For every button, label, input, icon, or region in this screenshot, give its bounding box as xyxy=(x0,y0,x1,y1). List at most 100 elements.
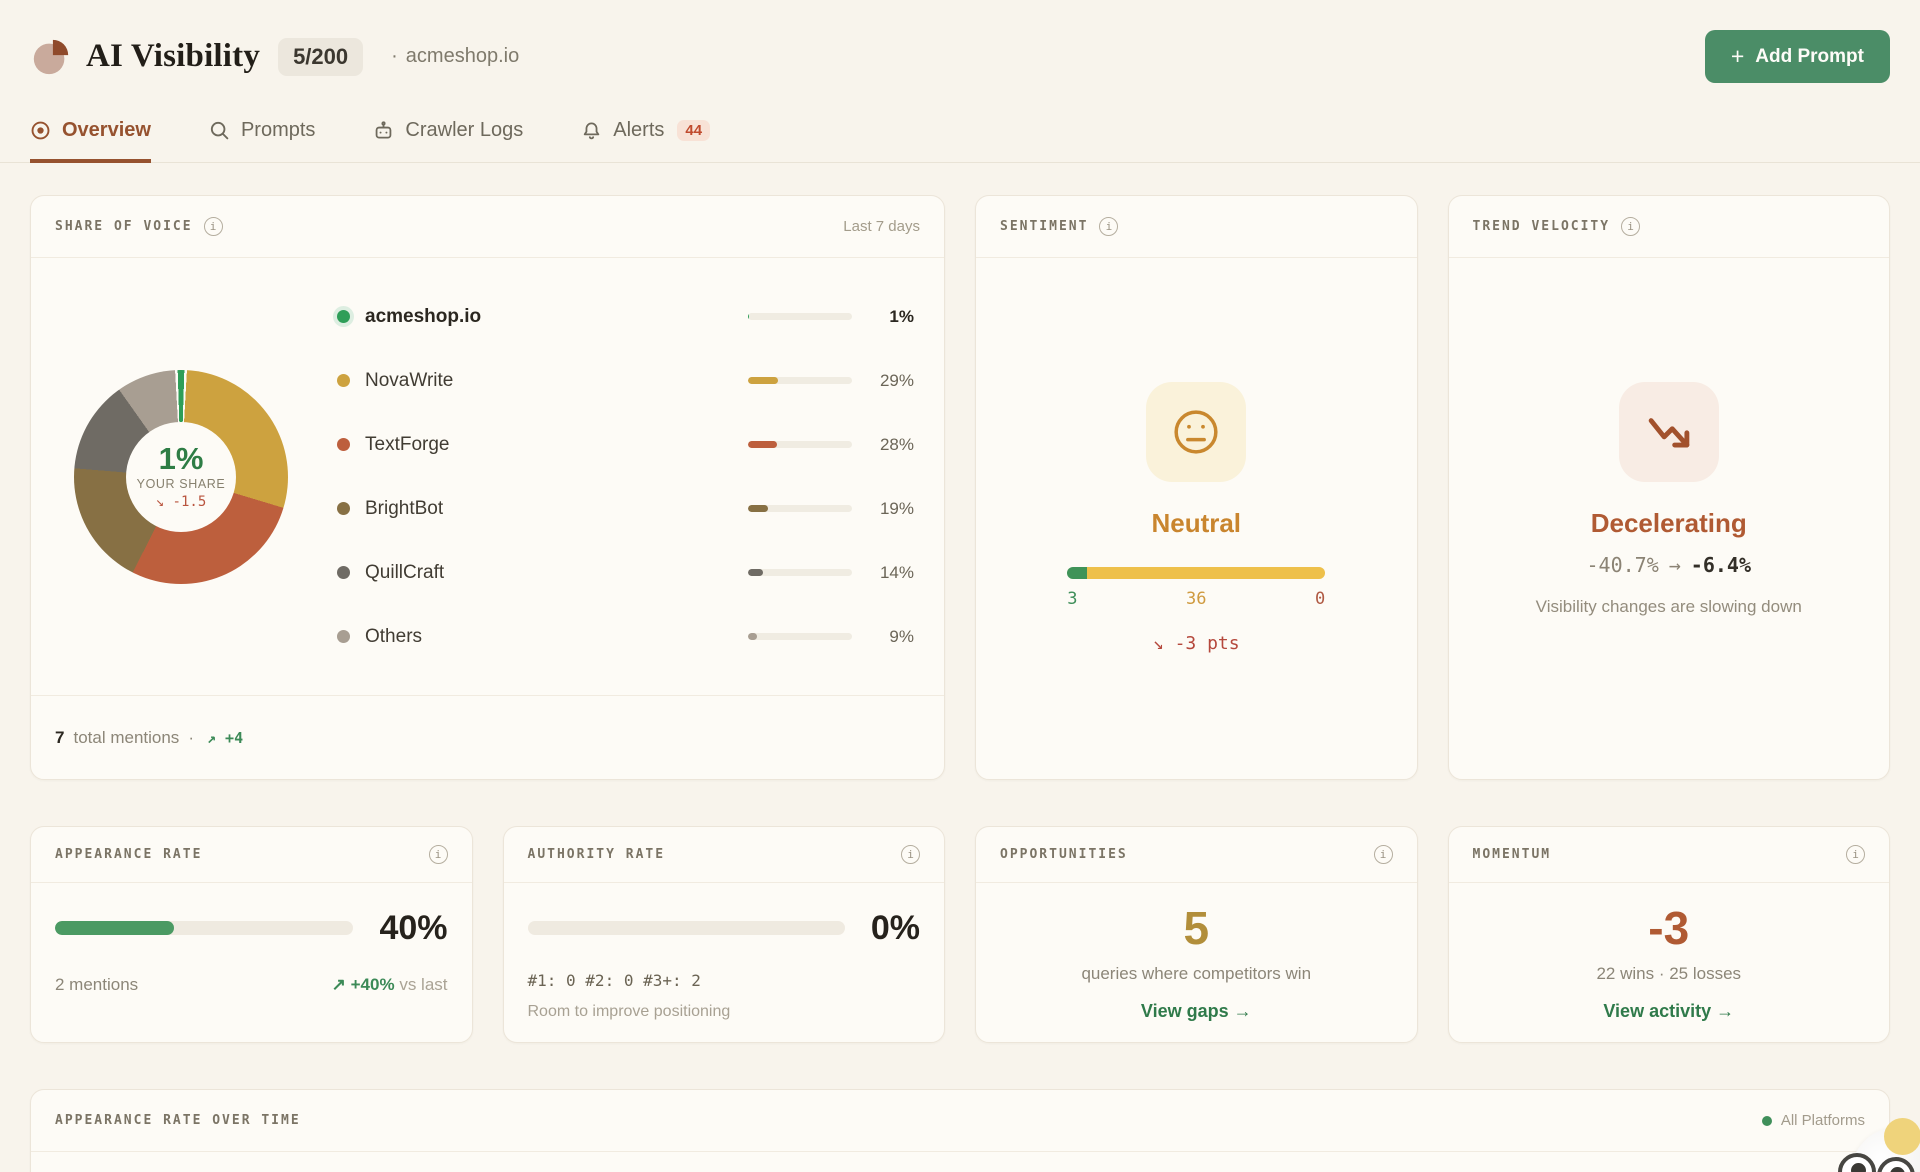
legend-row[interactable]: QuillCraft 14% xyxy=(337,561,914,585)
authority-rate-bar xyxy=(528,921,845,935)
topbar: AI Visibility 5/200 · acmeshop.io + Add … xyxy=(0,0,1920,83)
appearance-rate-card: APPEARANCE RATE i 40% 2 mentions ↗ +40% … xyxy=(30,826,473,1043)
period-label: Last 7 days xyxy=(843,218,920,235)
tab-overview-label: Overview xyxy=(62,119,151,142)
bell-icon xyxy=(581,120,602,141)
domain-text: acmeshop.io xyxy=(406,45,519,68)
info-icon[interactable]: i xyxy=(429,845,448,864)
competitor-name: BrightBot xyxy=(365,498,748,520)
trending-down-icon xyxy=(1619,382,1719,482)
total-mentions-label: total mentions xyxy=(73,728,179,748)
legend-row[interactable]: BrightBot19% xyxy=(337,497,914,521)
competitor-name: Others xyxy=(365,626,748,648)
add-prompt-button[interactable]: + Add Prompt xyxy=(1705,30,1890,83)
sentiment-title: SENTIMENT xyxy=(1000,219,1088,234)
sentiment-delta: ↘ -3 pts xyxy=(1153,633,1240,654)
trend-to: -6.4% xyxy=(1691,553,1751,577)
competitor-share: 29% xyxy=(852,371,914,391)
share-of-voice-legend: acmeshop.io 1% NovaWrite 29% TextForge28% Bri… xyxy=(331,305,944,649)
info-icon[interactable]: i xyxy=(1621,217,1640,236)
view-gaps-link[interactable]: View gaps → xyxy=(1141,1001,1252,1022)
opportunities-title: OPPORTUNITIES xyxy=(1000,847,1128,862)
total-mentions-value: 7 xyxy=(55,728,64,748)
legend-row[interactable]: TextForge28% xyxy=(337,433,914,457)
your-share-delta: ↘ -1.5 xyxy=(156,494,207,510)
trend-from: -40.7% xyxy=(1586,553,1658,577)
legend-dot xyxy=(337,438,350,451)
appearance-rate-value: 40% xyxy=(379,911,447,945)
appearance-delta-suffix: vs last xyxy=(399,975,447,994)
opportunities-card: OPPORTUNITIES i 5 queries where competit… xyxy=(975,826,1418,1043)
robot-icon xyxy=(373,120,394,141)
momentum-title: MOMENTUM xyxy=(1473,847,1552,862)
appearance-delta: ↗ +40% xyxy=(332,975,395,994)
trend-velocity-title: TREND VELOCITY xyxy=(1473,219,1611,234)
your-share-label: YOUR SHARE xyxy=(137,477,226,491)
competitor-name: NovaWrite xyxy=(365,370,748,392)
tab-prompts[interactable]: Prompts xyxy=(209,119,315,163)
mentions-delta: ↗ +4 xyxy=(207,729,243,747)
appearance-mentions: 2 mentions xyxy=(55,975,138,995)
competitor-name: QuillCraft xyxy=(365,562,748,584)
mascot-notification-dot xyxy=(1884,1118,1920,1155)
legend-dot xyxy=(1762,1116,1772,1126)
opportunities-count: 5 xyxy=(976,905,1417,951)
eye-icon xyxy=(30,120,51,141)
search-icon xyxy=(209,120,230,141)
trend-values: -40.7% → -6.4% xyxy=(1586,553,1751,577)
tab-prompts-label: Prompts xyxy=(241,119,315,142)
legend-dot xyxy=(337,374,350,387)
tab-overview[interactable]: Overview xyxy=(30,119,151,163)
info-icon[interactable]: i xyxy=(901,845,920,864)
appearance-rate-title: APPEARANCE RATE xyxy=(55,847,202,862)
momentum-label: 22 wins · 25 losses xyxy=(1449,964,1890,984)
tab-alerts[interactable]: Alerts 44 xyxy=(581,119,710,163)
footer-dot: · xyxy=(188,728,194,748)
tab-alerts-label: Alerts xyxy=(613,119,664,142)
appearance-over-time-card: APPEARANCE RATE OVER TIME All Platforms xyxy=(30,1089,1890,1172)
competitor-bar xyxy=(748,313,852,320)
alerts-count-badge: 44 xyxy=(677,120,710,141)
legend-dot xyxy=(337,310,350,323)
usage-badge: 5/200 xyxy=(278,38,363,76)
sentiment-gauge xyxy=(1067,567,1325,579)
tab-crawler-logs[interactable]: Crawler Logs xyxy=(373,119,523,163)
competitor-share: 14% xyxy=(852,563,914,583)
trend-velocity-card: TREND VELOCITY i Decelerating -40.7% → -… xyxy=(1448,195,1891,780)
legend-row[interactable]: NovaWrite 29% xyxy=(337,369,914,393)
competitor-name: TextForge xyxy=(365,434,748,456)
authority-rate-value: 0% xyxy=(871,911,920,945)
info-icon[interactable]: i xyxy=(1846,845,1865,864)
competitor-bar xyxy=(748,441,852,448)
authority-rate-title: AUTHORITY RATE xyxy=(528,847,666,862)
legend-row[interactable]: acmeshop.io 1% xyxy=(337,305,914,329)
share-of-voice-card: SHARE OF VOICE i Last 7 days 1% YOUR SHA… xyxy=(30,195,945,780)
legend-row[interactable]: Others 9% xyxy=(337,625,914,649)
sentiment-state: Neutral xyxy=(1151,508,1241,539)
authority-positions: #1: 0 #2: 0 #3+: 2 xyxy=(528,971,921,990)
arrow-right-icon: → xyxy=(1669,553,1681,577)
authority-rate-card: AUTHORITY RATE i 0% #1: 0 #2: 0 #3+: 2 R… xyxy=(503,826,946,1043)
chat-mascot-widget[interactable] xyxy=(1836,1114,1920,1172)
share-of-voice-donut-chart: 1% YOUR SHARE ↘ -1.5 xyxy=(74,370,288,584)
info-icon[interactable]: i xyxy=(1374,845,1393,864)
competitor-name: acmeshop.io xyxy=(365,306,748,328)
competitor-share: 9% xyxy=(852,627,914,647)
sentiment-counts: 3 36 0 xyxy=(1067,589,1325,609)
momentum-value: -3 xyxy=(1449,905,1890,951)
sentiment-card: SENTIMENT i Neutral 3 36 0 ↘ -3 pts xyxy=(975,195,1418,780)
info-icon[interactable]: i xyxy=(204,217,223,236)
authority-hint: Room to improve positioning xyxy=(528,1003,921,1021)
positive-count: 3 xyxy=(1067,589,1077,609)
negative-count: 0 xyxy=(1315,589,1325,609)
tab-bar: Overview Prompts Crawler Logs Alerts 44 xyxy=(0,119,1920,163)
project-domain: · acmeshop.io xyxy=(391,45,519,68)
competitor-share: 1% xyxy=(852,307,914,327)
view-activity-link[interactable]: View activity → xyxy=(1603,1001,1734,1022)
trend-description: Visibility changes are slowing down xyxy=(1536,595,1802,620)
legend-dot xyxy=(337,502,350,515)
legend-dot xyxy=(337,566,350,579)
info-icon[interactable]: i xyxy=(1099,217,1118,236)
plus-icon: + xyxy=(1731,45,1744,68)
dashboard-grid: SHARE OF VOICE i Last 7 days 1% YOUR SHA… xyxy=(0,163,1920,1172)
